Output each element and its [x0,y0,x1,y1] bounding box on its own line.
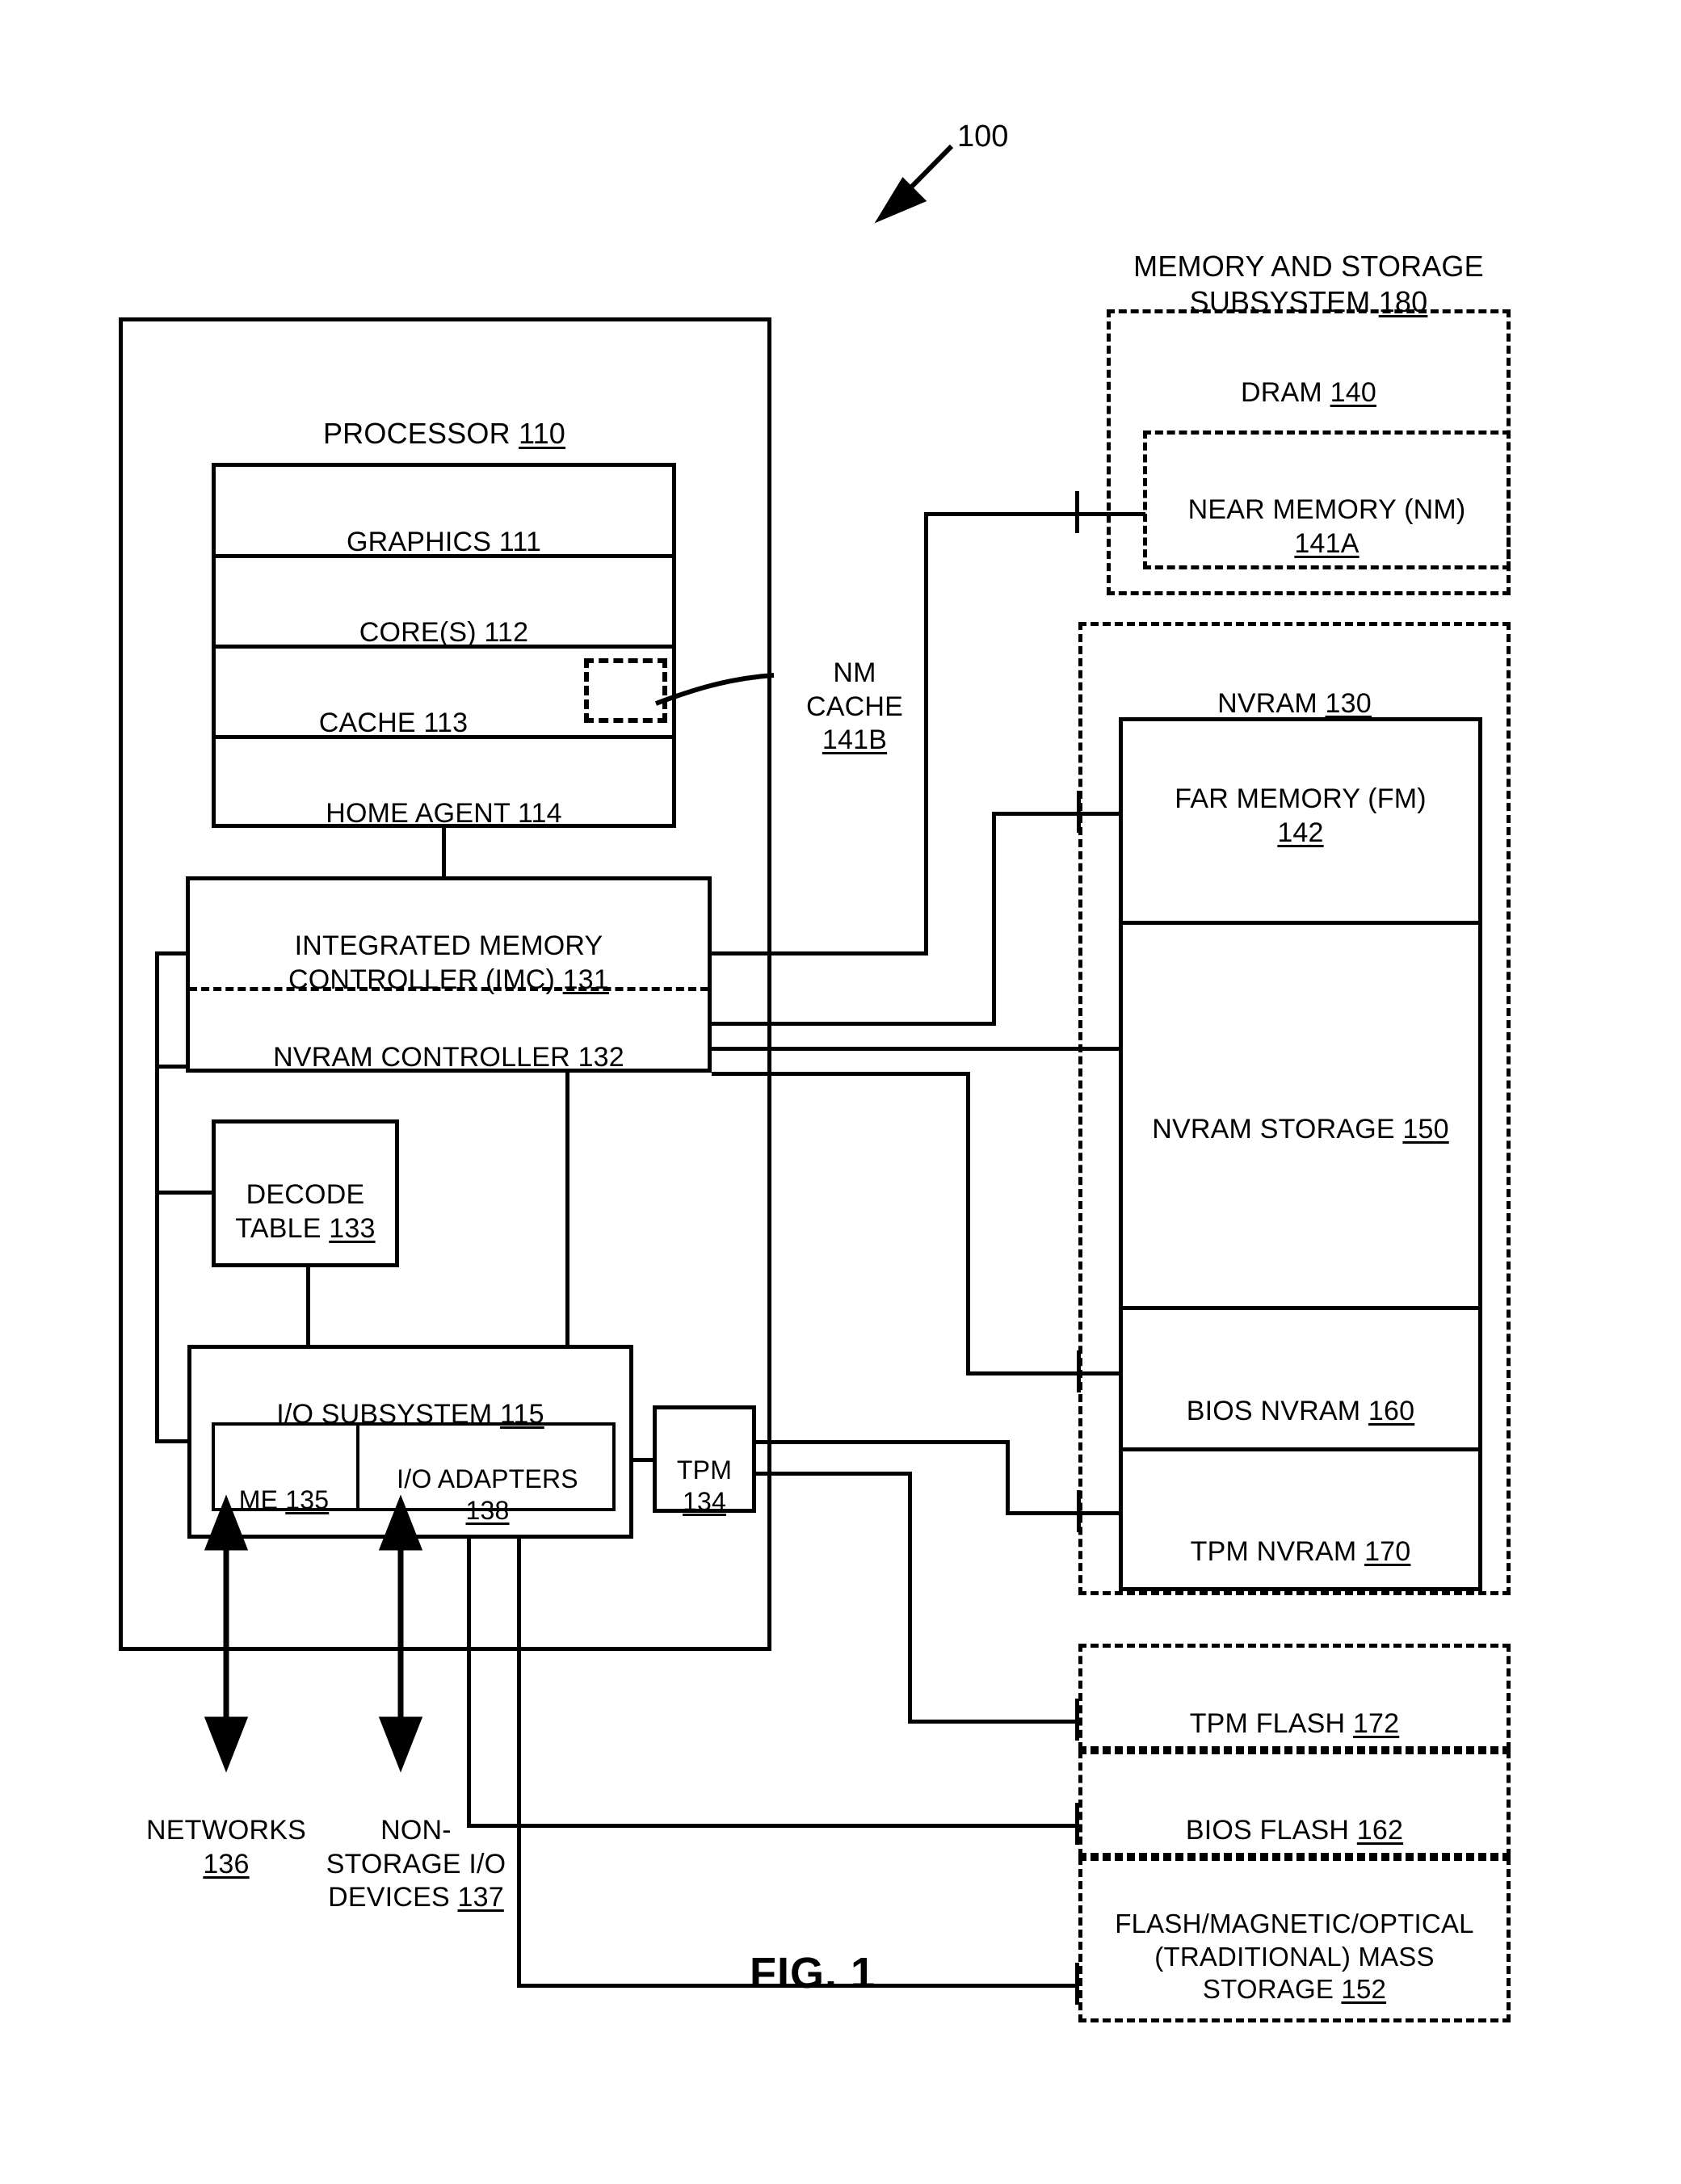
system-ref-arrow [874,144,954,224]
near-memory-label: NEAR MEMORY (NM) 141A [1187,494,1466,559]
home-agent-block-label: HOME AGENT 114 [326,798,562,830]
internal-bus-spine [155,951,159,1442]
io-to-bios-flash-h1 [467,1824,1079,1828]
far-memory-port-tick [1077,791,1081,833]
me-label: ME 135 [238,1485,330,1515]
cache-block-label: CACHE 113 [318,708,469,739]
nvc-to-far-memory-h1 [712,1022,996,1026]
tpm-to-tpm-nvram-h2 [1006,1511,1121,1515]
cores-block-label: CORE(S) 112 [359,617,529,649]
io-to-bios-flash-v1 [467,1539,471,1828]
nvram-controller-label: NVRAM CONTROLLER 132 [273,1042,624,1073]
graphics-block-label: GRAPHICS 111 [346,527,542,558]
imc-to-near-memory-h1 [712,951,928,956]
internal-bus-stub-imc-top [155,951,189,956]
internal-bus-stub-decode [155,1191,215,1195]
controller-to-io-trunk [565,1073,569,1347]
non-storage-io-devices-label: NON- STORAGE I/O DEVICES 137 [326,1815,506,1913]
nm-cache-dashed-region [584,658,667,723]
internal-bus-stub-imc-mid [155,1065,189,1069]
nvc-to-bios-nvram-h1 [712,1072,970,1076]
nm-cache-callout-label: NM CACHE 141B [805,657,904,756]
imc-label: INTEGRATED MEMORY CONTROLLER (IMC) 131 [288,930,609,995]
decode-table-to-io-line [306,1267,310,1346]
nvc-to-bios-nvram-v1 [966,1072,970,1376]
nvram-stack-divider-2 [1119,1306,1482,1310]
nvram-stack-divider-1 [1119,921,1482,925]
io-adapters-label: I/O ADAPTERS 138 [397,1464,578,1526]
tpm-to-tpm-nvram-h1 [756,1440,1010,1444]
bios-flash-port-tick [1075,1803,1079,1845]
nvc-to-far-memory-h2 [992,812,1121,816]
tpm-flash-label: TPM FLASH 172 [1189,1708,1400,1740]
far-memory-label: FAR MEMORY (FM) 142 [1175,783,1427,848]
tpm-flash-port-tick [1075,1699,1079,1741]
nvc-to-nvram-storage-h1 [712,1047,1120,1051]
tpm-label: TPM 134 [676,1455,733,1517]
near-memory-port-tick [1075,491,1079,533]
nvram-storage-label: NVRAM STORAGE 150 [1152,1114,1449,1145]
patent-figure-page: 100 PROCESSOR 110 GRAPHICS 111 CORE(S) 1… [0,0,1681,2184]
tpm-to-tpm-flash-v1 [908,1472,912,1724]
imc-to-near-memory-h2 [924,512,1145,516]
mass-storage-port-tick [1075,1963,1079,2005]
processor-ref: 110 [519,416,566,450]
nvc-to-bios-nvram-h2 [966,1371,1121,1376]
internal-bus-stub-io [155,1439,191,1443]
nvram-label: NVRAM 130 [1217,688,1372,720]
io-to-tpm-line [633,1458,654,1462]
bios-nvram-port-tick [1077,1350,1081,1392]
bios-nvram-label: BIOS NVRAM 160 [1186,1396,1415,1427]
decode-table-label: DECODE TABLE 133 [235,1179,376,1244]
tpm-to-tpm-nvram-v1 [1006,1440,1010,1515]
figure-caption: FIG. 1 [750,1949,876,1997]
system-ref-100: 100 [957,120,1009,153]
tpm-nvram-label: TPM NVRAM 170 [1190,1536,1411,1568]
nvram-stack-divider-3 [1119,1447,1482,1451]
io-to-mass-storage-v1 [517,1539,521,1988]
mass-storage-label: FLASH/MAGNETIC/OPTICAL (TRADITIONAL) MAS… [1115,1909,1474,2004]
home-agent-to-imc-line [442,828,446,876]
processor-title: PROCESSOR 110 [322,416,566,450]
dram-label: DRAM 140 [1241,377,1376,409]
tpm-to-tpm-flash-h2 [908,1720,1079,1724]
imc-to-near-memory-v1 [924,512,928,956]
memory-subsystem-title: MEMORY AND STORAGE SUBSYSTEM 180 [1133,249,1484,318]
tpm-to-tpm-flash-h1 [756,1472,912,1476]
bios-flash-label: BIOS FLASH 162 [1185,1815,1404,1846]
tpm-nvram-port-tick [1077,1490,1081,1532]
nvc-to-far-memory-v1 [992,812,996,1026]
